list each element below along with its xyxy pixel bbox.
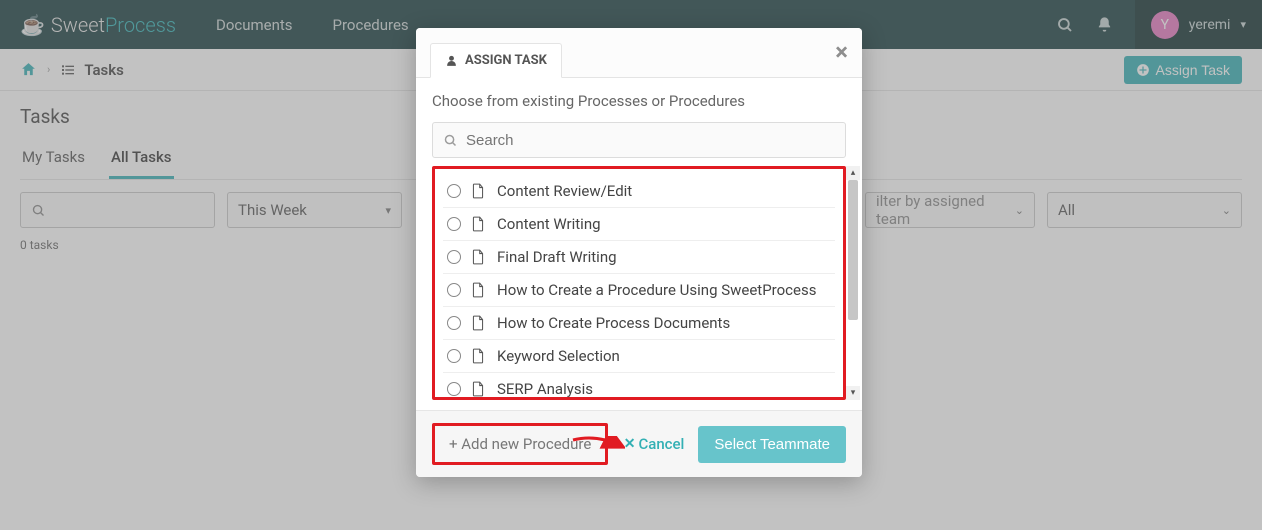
procedure-label: How to Create Process Documents — [497, 314, 730, 332]
modal-tab-label: ASSIGN TASK — [465, 53, 547, 68]
document-icon — [471, 249, 487, 265]
scroll-down-arrow[interactable]: ▾ — [846, 386, 860, 400]
radio-button[interactable] — [447, 250, 461, 264]
procedure-row[interactable]: Final Draft Writing — [443, 241, 835, 274]
procedure-label: Content Writing — [497, 215, 601, 233]
x-icon: ✕ — [624, 436, 636, 452]
procedure-list-container: Content Review/Edit Content Writing Final … — [432, 166, 846, 400]
document-icon — [471, 282, 487, 298]
procedure-list-highlight: Content Review/Edit Content Writing Final … — [432, 166, 846, 400]
procedure-label: SERP Analysis — [497, 380, 593, 398]
document-icon — [471, 348, 487, 364]
radio-button[interactable] — [447, 382, 461, 396]
procedure-row[interactable]: SERP Analysis — [443, 373, 835, 400]
assign-task-modal: ASSIGN TASK × Choose from existing Proce… — [416, 28, 862, 477]
scroll-thumb[interactable] — [848, 180, 858, 320]
modal-body: Choose from existing Processes or Proced… — [416, 78, 862, 410]
scrollbar[interactable]: ▴ ▾ — [846, 166, 860, 400]
cancel-label: Cancel — [638, 435, 684, 453]
modal-footer: + Add new Procedure ✕ Cancel Select Team… — [416, 410, 862, 477]
procedure-row[interactable]: How to Create a Procedure Using SweetPro… — [443, 274, 835, 307]
procedure-label: Final Draft Writing — [497, 248, 617, 266]
person-icon — [445, 54, 458, 67]
procedure-label: Content Review/Edit — [497, 182, 632, 200]
modal-search-input[interactable] — [432, 122, 846, 158]
procedure-row[interactable]: How to Create Process Documents — [443, 307, 835, 340]
close-icon[interactable]: × — [835, 40, 848, 64]
scroll-up-arrow[interactable]: ▴ — [846, 166, 860, 180]
radio-button[interactable] — [447, 316, 461, 330]
modal-header: ASSIGN TASK × — [416, 28, 862, 78]
procedure-row[interactable]: Content Review/Edit — [443, 175, 835, 208]
document-icon — [471, 381, 487, 397]
select-teammate-button[interactable]: Select Teammate — [698, 426, 846, 463]
procedure-row[interactable]: Keyword Selection — [443, 340, 835, 373]
document-icon — [471, 216, 487, 232]
radio-button[interactable] — [447, 349, 461, 363]
radio-button[interactable] — [447, 283, 461, 297]
procedure-label: Keyword Selection — [497, 347, 620, 365]
modal-search-field[interactable] — [466, 132, 835, 149]
search-icon — [443, 133, 458, 148]
add-new-procedure-label: + Add new Procedure — [449, 435, 591, 453]
procedure-row[interactable]: Content Writing — [443, 208, 835, 241]
cancel-button[interactable]: ✕ Cancel — [624, 435, 685, 453]
procedure-label: How to Create a Procedure Using SweetPro… — [497, 281, 816, 299]
radio-button[interactable] — [447, 217, 461, 231]
add-new-procedure-button[interactable]: + Add new Procedure — [432, 423, 608, 465]
document-icon — [471, 315, 487, 331]
modal-description: Choose from existing Processes or Proced… — [432, 92, 846, 110]
modal-tab: ASSIGN TASK — [430, 43, 562, 78]
radio-button[interactable] — [447, 184, 461, 198]
select-teammate-label: Select Teammate — [714, 436, 830, 453]
document-icon — [471, 183, 487, 199]
